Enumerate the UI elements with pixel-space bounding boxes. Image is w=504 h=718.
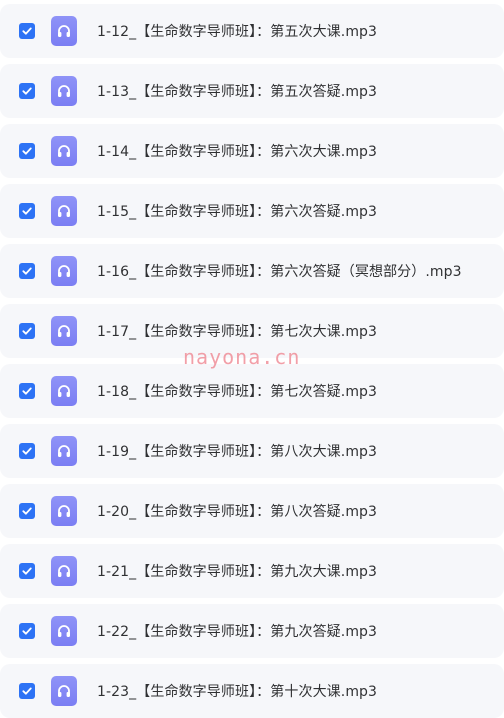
headphones-icon — [51, 196, 77, 226]
checkmark-icon — [22, 627, 32, 635]
file-name[interactable]: 1-15_【生命数字导师班】：第六次答疑.mp3 — [97, 201, 377, 221]
checkmark-icon — [22, 327, 32, 335]
headphones-icon — [51, 76, 77, 106]
checkbox-checked[interactable] — [19, 683, 35, 699]
checkbox-checked[interactable] — [19, 83, 35, 99]
checkbox-checked[interactable] — [19, 203, 35, 219]
file-name[interactable]: 1-12_【生命数字导师班】：第五次大课.mp3 — [97, 21, 377, 41]
file-name[interactable]: 1-20_【生命数字导师班】：第八次答疑.mp3 — [97, 501, 377, 521]
headphones-icon — [51, 376, 77, 406]
file-row[interactable]: 1-20_【生命数字导师班】：第八次答疑.mp3 — [0, 484, 504, 538]
checkmark-icon — [22, 507, 32, 515]
checkbox-checked[interactable] — [19, 623, 35, 639]
checkmark-icon — [22, 687, 32, 695]
checkmark-icon — [22, 207, 32, 215]
checkbox-checked[interactable] — [19, 383, 35, 399]
file-name[interactable]: 1-23_【生命数字导师班】：第十次大课.mp3 — [97, 681, 377, 701]
file-name[interactable]: 1-13_【生命数字导师班】：第五次答疑.mp3 — [97, 81, 377, 101]
headphones-icon — [51, 556, 77, 586]
file-name[interactable]: 1-22_【生命数字导师班】：第九次答疑.mp3 — [97, 621, 377, 641]
checkmark-icon — [22, 27, 32, 35]
headphones-icon — [51, 616, 77, 646]
file-row[interactable]: 1-12_【生命数字导师班】：第五次大课.mp3 — [0, 4, 504, 58]
checkmark-icon — [22, 387, 32, 395]
checkbox-checked[interactable] — [19, 23, 35, 39]
file-name[interactable]: 1-18_【生命数字导师班】：第七次答疑.mp3 — [97, 381, 377, 401]
file-row[interactable]: 1-23_【生命数字导师班】：第十次大课.mp3 — [0, 664, 504, 718]
file-name[interactable]: 1-14_【生命数字导师班】：第六次大课.mp3 — [97, 141, 377, 161]
file-row[interactable]: 1-18_【生命数字导师班】：第七次答疑.mp3 — [0, 364, 504, 418]
file-row[interactable]: 1-14_【生命数字导师班】：第六次大课.mp3 — [0, 124, 504, 178]
file-name[interactable]: 1-21_【生命数字导师班】：第九次大课.mp3 — [97, 561, 377, 581]
checkbox-checked[interactable] — [19, 563, 35, 579]
file-name[interactable]: 1-19_【生命数字导师班】：第八次大课.mp3 — [97, 441, 377, 461]
headphones-icon — [51, 496, 77, 526]
file-name[interactable]: 1-17_【生命数字导师班】：第七次大课.mp3 — [97, 321, 377, 341]
checkbox-checked[interactable] — [19, 143, 35, 159]
file-row[interactable]: 1-15_【生命数字导师班】：第六次答疑.mp3 — [0, 184, 504, 238]
checkmark-icon — [22, 87, 32, 95]
headphones-icon — [51, 256, 77, 286]
headphones-icon — [51, 316, 77, 346]
checkmark-icon — [22, 567, 32, 575]
headphones-icon — [51, 676, 77, 706]
file-row[interactable]: 1-21_【生命数字导师班】：第九次大课.mp3 — [0, 544, 504, 598]
headphones-icon — [51, 136, 77, 166]
checkbox-checked[interactable] — [19, 323, 35, 339]
file-row[interactable]: 1-17_【生命数字导师班】：第七次大课.mp3 — [0, 304, 504, 358]
file-row[interactable]: 1-13_【生命数字导师班】：第五次答疑.mp3 — [0, 64, 504, 118]
checkbox-checked[interactable] — [19, 263, 35, 279]
file-row[interactable]: 1-16_【生命数字导师班】：第六次答疑（冥想部分）.mp3 — [0, 244, 504, 298]
file-row[interactable]: 1-22_【生命数字导师班】：第九次答疑.mp3 — [0, 604, 504, 658]
file-row[interactable]: 1-19_【生命数字导师班】：第八次大课.mp3 — [0, 424, 504, 478]
headphones-icon — [51, 436, 77, 466]
checkbox-checked[interactable] — [19, 443, 35, 459]
checkbox-checked[interactable] — [19, 503, 35, 519]
checkmark-icon — [22, 267, 32, 275]
headphones-icon — [51, 16, 77, 46]
checkmark-icon — [22, 147, 32, 155]
file-name[interactable]: 1-16_【生命数字导师班】：第六次答疑（冥想部分）.mp3 — [97, 261, 462, 281]
checkmark-icon — [22, 447, 32, 455]
